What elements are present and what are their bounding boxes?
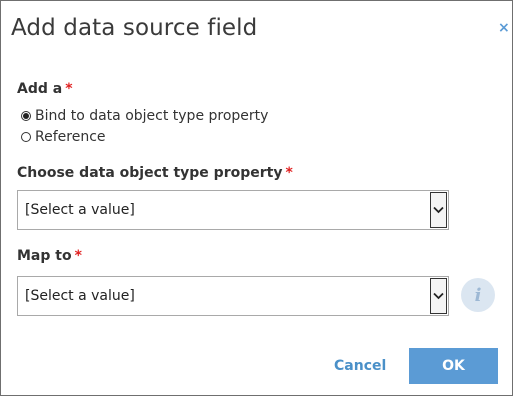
map-to-label: Map to * [17, 248, 82, 264]
chevron-down-icon[interactable] [430, 192, 447, 228]
add-a-label-text: Add a [17, 81, 63, 97]
add-data-source-field-dialog: Add data source field × Add a * Bind to d… [0, 0, 513, 396]
add-a-label: Add a * [17, 81, 73, 97]
close-icon[interactable]: × [498, 20, 510, 36]
required-marker: * [65, 81, 73, 97]
radio-unselected-icon[interactable] [21, 132, 31, 142]
required-marker: * [285, 165, 293, 181]
cancel-button[interactable]: Cancel [334, 358, 386, 374]
chevron-down-icon[interactable] [430, 278, 447, 314]
choose-property-label: Choose data object type property * [17, 165, 293, 181]
map-to-label-text: Map to [17, 248, 72, 264]
dialog-title: Add data source field [11, 15, 258, 41]
radio-bind-property-label: Bind to data object type property [35, 108, 269, 124]
info-icon[interactable]: i [461, 278, 495, 312]
radio-reference[interactable]: Reference [21, 129, 106, 145]
choose-property-label-text: Choose data object type property [17, 165, 283, 181]
radio-selected-icon[interactable] [21, 111, 31, 121]
choose-property-value: [Select a value] [25, 202, 135, 218]
required-marker: * [74, 248, 82, 264]
radio-reference-label: Reference [35, 129, 106, 145]
radio-bind-property[interactable]: Bind to data object type property [21, 108, 268, 124]
map-to-select[interactable]: [Select a value] [17, 276, 449, 316]
choose-property-select[interactable]: [Select a value] [17, 190, 449, 230]
ok-button[interactable]: OK [409, 348, 498, 384]
map-to-value: [Select a value] [25, 288, 135, 304]
